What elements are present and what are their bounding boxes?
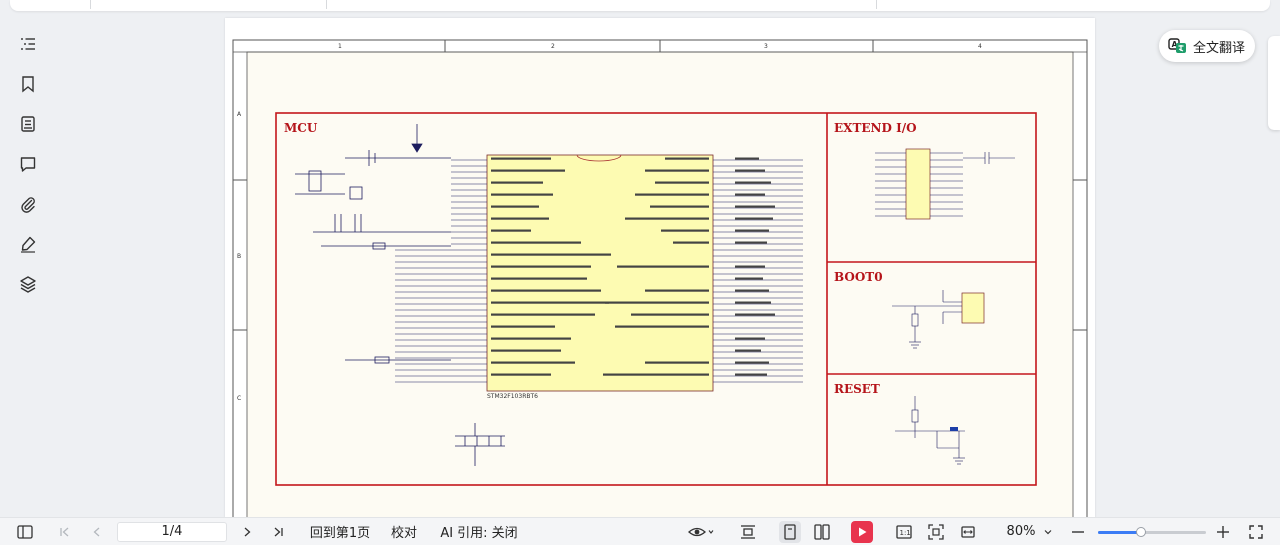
sidebar-panel-icon — [17, 524, 33, 539]
zoom-slider[interactable] — [1098, 527, 1206, 537]
comment-icon — [20, 157, 36, 172]
fit-height-icon — [741, 524, 755, 539]
minus-icon — [1072, 530, 1084, 533]
last-page-icon — [274, 527, 283, 536]
schematic-drawing: 1 2 3 4 A B C MCU EXTEND I/O BOOT0 RESET… — [232, 39, 1088, 518]
fullscreen-button[interactable] — [1246, 518, 1266, 545]
notes-button[interactable] — [16, 112, 40, 136]
first-page-button[interactable] — [56, 518, 74, 545]
toggle-sidebar-button[interactable] — [14, 518, 36, 545]
border-col-4: 4 — [978, 43, 982, 50]
full-text-translate-button[interactable]: A 全文翻译 — [1159, 30, 1255, 62]
first-page-icon — [60, 527, 69, 536]
eye-view-mode-button[interactable] — [684, 518, 718, 545]
previous-page-button[interactable] — [88, 518, 106, 545]
fit-width-button[interactable] — [957, 518, 979, 545]
signature-icon — [21, 236, 36, 253]
zoom-in-button[interactable] — [1213, 518, 1233, 545]
bottom-toolbar: 1/4 回到第1页 校对 AI 引用: 关闭 1:1 80% — [0, 517, 1280, 545]
border-col-3: 3 — [764, 43, 768, 50]
border-col-1: 1 — [338, 43, 342, 50]
proofread-button[interactable]: 校对 — [386, 518, 422, 545]
single-page-icon — [784, 524, 796, 540]
fit-width-icon — [961, 525, 975, 538]
next-page-button[interactable] — [238, 518, 256, 545]
signature-button[interactable] — [16, 232, 40, 256]
border-row-b: B — [237, 253, 241, 260]
last-page-button[interactable] — [269, 518, 287, 545]
attachment-icon — [21, 197, 35, 213]
chevron-down-icon — [1044, 529, 1052, 534]
svg-text:1:1: 1:1 — [900, 529, 911, 537]
document-page: 1 2 3 4 A B C MCU EXTEND I/O BOOT0 RESET… — [225, 18, 1095, 518]
bookmark-icon — [22, 76, 34, 93]
zoom-out-button[interactable] — [1068, 518, 1088, 545]
back-to-first-page-button[interactable]: 回到第1页 — [306, 518, 374, 545]
actual-size-button[interactable]: 1:1 — [893, 518, 915, 545]
reset-section-title: RESET — [834, 382, 880, 396]
translate-label: 全文翻译 — [1193, 40, 1246, 56]
chevron-right-icon — [244, 527, 251, 536]
attachment-button[interactable] — [16, 192, 40, 216]
outline-button[interactable] — [16, 32, 40, 56]
right-panel-handle[interactable] — [1268, 36, 1280, 130]
border-row-c: C — [237, 395, 241, 402]
play-icon — [859, 527, 867, 537]
top-toolbar — [0, 0, 1280, 12]
single-page-view-button[interactable] — [779, 521, 801, 543]
extend-io-section-title: EXTEND I/O — [834, 121, 917, 135]
play-presentation-button[interactable] — [851, 521, 873, 543]
notes-icon — [21, 116, 35, 132]
zoom-slider-handle[interactable] — [1136, 527, 1147, 537]
left-sidebar — [0, 24, 56, 304]
ai-cite-toggle[interactable]: AI 引用: 关闭 — [436, 518, 522, 545]
outline-icon — [21, 38, 35, 50]
translate-icon: A — [1168, 38, 1186, 53]
zoom-dropdown-button[interactable] — [1041, 518, 1055, 545]
layers-button[interactable] — [16, 272, 40, 296]
border-col-2: 2 — [551, 43, 555, 50]
fit-window-button[interactable] — [925, 518, 947, 545]
zoom-slider-fill — [1098, 531, 1142, 534]
layers-icon — [20, 276, 36, 293]
pdf-viewer-window: { "toolbar": {}, "sidebar": { "items": [… — [0, 0, 1280, 545]
two-page-view-button[interactable] — [811, 518, 833, 545]
mcu-chip-name: STM32F103RBT6 — [487, 393, 538, 400]
top-toolbar-panel — [10, 0, 1270, 11]
zoom-level-value: 80% — [1006, 524, 1036, 539]
fit-window-icon — [928, 523, 944, 540]
page-number-input[interactable]: 1/4 — [117, 522, 227, 542]
two-page-icon — [814, 523, 830, 540]
comment-button[interactable] — [16, 152, 40, 176]
boot0-section-title: BOOT0 — [834, 270, 883, 284]
actual-size-icon: 1:1 — [896, 524, 912, 539]
chevron-left-icon — [93, 527, 100, 536]
bookmark-button[interactable] — [16, 72, 40, 96]
eye-icon — [688, 527, 714, 536]
plus-icon — [1217, 525, 1229, 538]
fit-page-button[interactable] — [737, 518, 759, 545]
mcu-section-title: MCU — [284, 121, 318, 135]
border-row-a: A — [237, 111, 242, 118]
fullscreen-icon — [1249, 524, 1263, 539]
